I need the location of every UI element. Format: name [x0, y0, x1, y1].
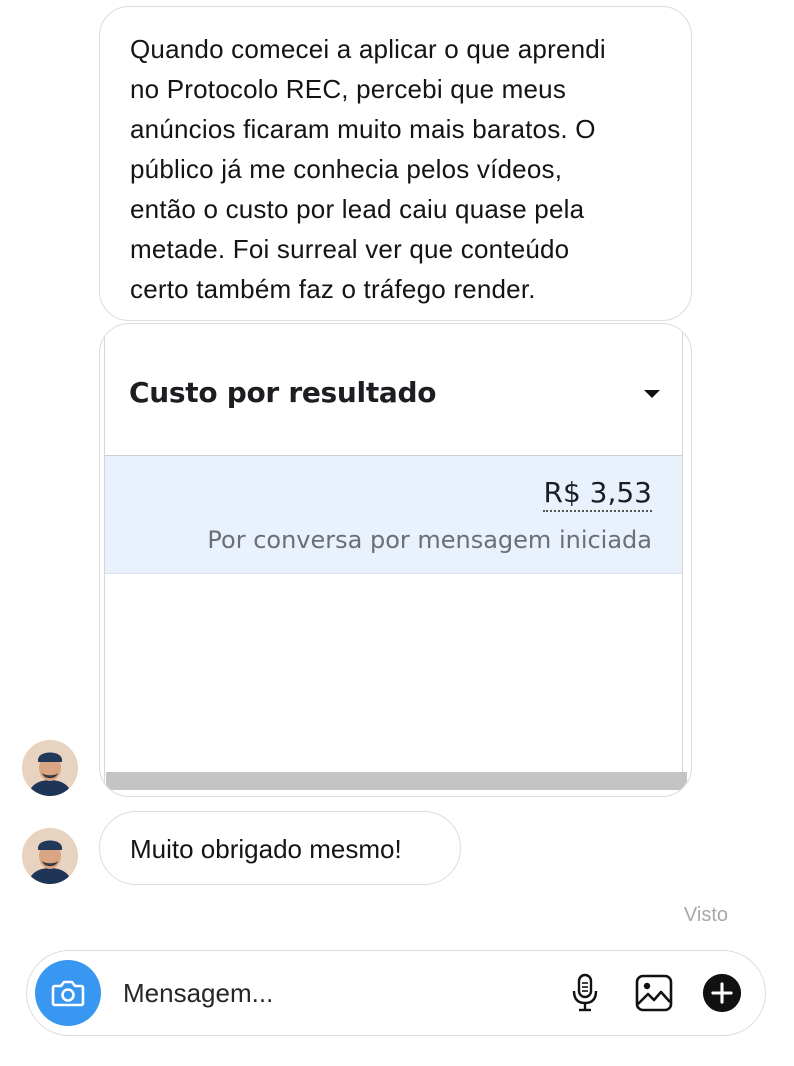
avatar-icon [22, 740, 78, 796]
message-line: então o custo por lead caiu quase pela [130, 194, 585, 224]
caret-down-icon [644, 390, 660, 398]
card-header: Custo por resultado [105, 330, 682, 456]
voice-button[interactable] [565, 973, 605, 1013]
camera-icon [51, 980, 85, 1007]
result-row: R$ 3,53 Por conversa por mensagem inicia… [105, 456, 682, 574]
card-screenshot: Custo por resultado R$ 3,53 Por conversa… [104, 330, 683, 790]
avatar[interactable] [22, 740, 78, 796]
camera-button[interactable] [35, 960, 101, 1026]
message-line: anúncios ficaram muito mais baratos. O [130, 114, 596, 144]
message-text: Muito obrigado mesmo! [130, 834, 402, 864]
avatar-icon [22, 828, 78, 884]
avatar[interactable] [22, 828, 78, 884]
plus-icon [702, 973, 742, 1013]
message-line: público já me conhecia pelos vídeos, [130, 154, 563, 184]
gallery-icon [635, 974, 673, 1012]
gallery-button[interactable] [634, 973, 674, 1013]
message-image-card[interactable]: Custo por resultado R$ 3,53 Por conversa… [99, 323, 692, 797]
message-line: metade. Foi surreal ver que conteúdo [130, 234, 570, 264]
result-subtitle: Por conversa por mensagem iniciada [207, 526, 652, 554]
message-line: no Protocolo REC, percebi que meus [130, 74, 567, 104]
message-bubble-thanks[interactable]: Muito obrigado mesmo! [99, 811, 461, 885]
result-value: R$ 3,53 [543, 476, 652, 512]
card-title: Custo por resultado [129, 376, 437, 409]
seen-status: Visto [683, 904, 728, 926]
message-input[interactable] [123, 973, 523, 1013]
microphone-icon [572, 973, 598, 1012]
more-button[interactable] [702, 973, 742, 1013]
message-bubble-testimonial[interactable]: Quando comecei a aplicar o que aprendi n… [99, 6, 692, 321]
message-composer [26, 950, 766, 1036]
message-line: Quando comecei a aplicar o que aprendi [130, 34, 606, 64]
card-scrollbar [106, 772, 687, 790]
message-line: certo também faz o tráfego render. [130, 274, 536, 304]
